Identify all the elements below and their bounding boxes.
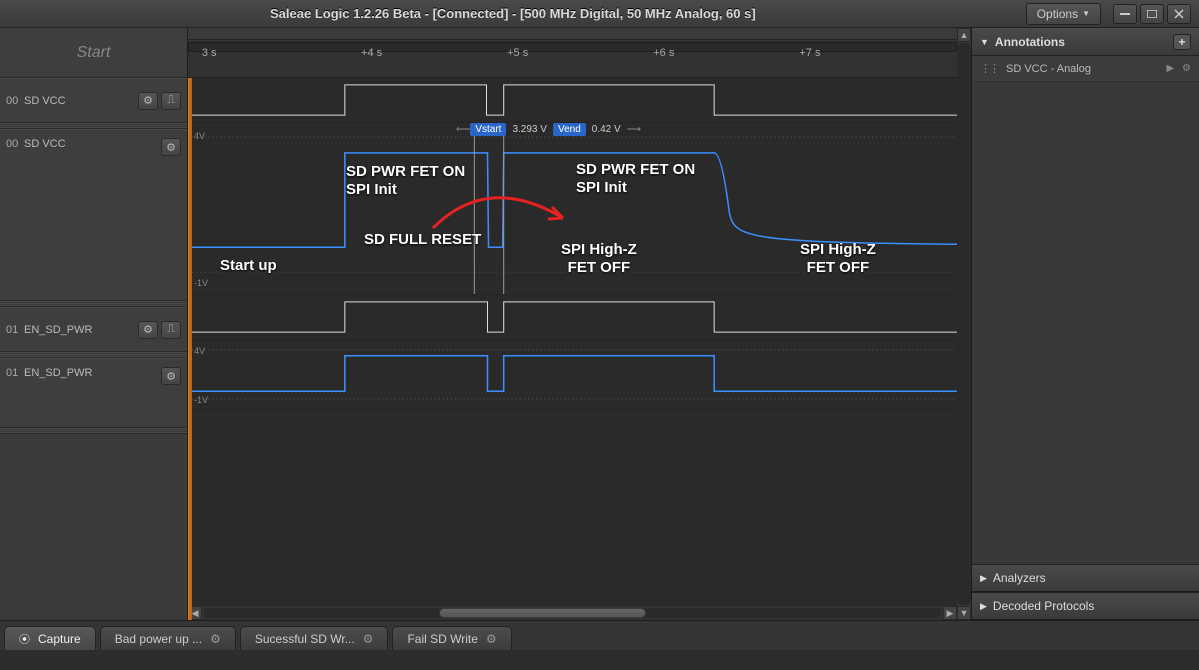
timeline-tick: +6 s [653,47,674,59]
vend-value: 0.42 V [592,124,621,135]
capture-icon: ⦿ [19,631,30,647]
window-close-button[interactable] [1167,4,1191,24]
chevron-down-icon: ▼ [980,37,989,47]
options-label: Options [1037,7,1078,21]
annotation-item[interactable]: ⋮⋮ SD VCC - Analog ▶ ⚙ [972,56,1199,82]
channel-name[interactable]: EN_SD_PWR [24,367,158,379]
options-button[interactable]: Options ▼ [1026,3,1101,25]
drag-handle-icon[interactable]: ⋮⋮ [980,62,998,75]
gear-icon[interactable]: ⚙ [363,632,374,646]
horizontal-scrollbar[interactable]: ◀ ▶ [188,606,957,620]
channel-number: 00 [6,95,24,107]
channel-row: 00 SD VCC ⚙ ⎍ [0,78,187,123]
gear-icon[interactable]: ⚙ [1182,63,1191,74]
gear-icon[interactable]: ⚙ [161,367,181,385]
window-title: Saleae Logic 1.2.26 Beta - [Connected] -… [0,6,1026,21]
scroll-up-icon[interactable]: ▲ [957,28,971,42]
window-maximize-button[interactable] [1140,4,1164,24]
scrollbar-track[interactable] [957,43,971,605]
annotation-startup: Start up [220,257,277,275]
annotations-header[interactable]: ▼ Annotations + [972,28,1199,56]
channel-number: 01 [6,324,24,336]
timeline-tick: +4 s [361,47,382,59]
channel-number: 00 [6,138,24,150]
vstart-tag: Vstart [470,123,506,136]
channel-row: 01 EN_SD_PWR ⚙ ⎍ [0,307,187,352]
vstart-value: 3.293 V [512,124,546,135]
gear-icon[interactable]: ⚙ [210,632,221,646]
analyzers-section[interactable]: ▶ Analyzers [972,564,1199,592]
right-sidebar: ▼ Annotations + ⋮⋮ SD VCC - Analog ▶ ⚙ ▶… [971,28,1199,620]
annotation-highz-1: SPI High-Z FET OFF [561,241,637,277]
bottom-tab-bar: ⦿ Capture Bad power up ... ⚙ Sucessful S… [0,620,1199,650]
timeline[interactable]: 3 s +4 s +5 s +6 s +7 s [188,28,957,78]
add-annotation-button[interactable]: + [1173,34,1191,50]
vertical-scrollbar[interactable]: ▲ ▼ [957,28,971,620]
annotation-fet-on-1: SD PWR FET ON SPI Init [346,163,465,199]
tab-successful-write[interactable]: Sucessful SD Wr... ⚙ [240,626,389,650]
scroll-right-icon[interactable]: ▶ [943,606,957,620]
timeline-tick: +7 s [799,47,820,59]
trigger-marker[interactable] [188,78,192,620]
tab-fail-write[interactable]: Fail SD Write ⚙ [392,626,511,650]
channel-name[interactable]: SD VCC [24,95,135,107]
gear-icon[interactable]: ⚙ [138,321,158,339]
trigger-icon[interactable]: ⎍ [161,92,181,110]
channel-row: 01 EN_SD_PWR ⚙ [0,358,187,428]
arrow-right-icon: ⟶ [627,124,641,135]
tab-capture[interactable]: ⦿ Capture [4,626,96,650]
scroll-down-icon[interactable]: ▼ [957,606,971,620]
scrollbar-track[interactable] [203,608,942,618]
waveform-row-digital[interactable] [188,295,957,340]
sidebar-spacer [972,82,1199,564]
channel-row: 00 SD VCC ⚙ [0,129,187,301]
chevron-down-icon: ▼ [1082,9,1090,18]
trigger-icon[interactable]: ⎍ [161,321,181,339]
waveform-row-digital[interactable] [188,78,957,123]
chevron-right-icon: ▶ [980,573,987,584]
sidebar-spacer [0,434,187,620]
play-icon[interactable]: ▶ [1166,63,1174,74]
channel-sidebar: Start 00 SD VCC ⚙ ⎍ 00 SD VCC ⚙ 01 EN_SD… [0,28,188,620]
waveform-area: 3 s +4 s +5 s +6 s +7 s 4V -1V [188,28,971,620]
channel-name[interactable]: SD VCC [24,138,158,150]
gear-icon[interactable]: ⚙ [486,632,497,646]
scrollbar-thumb[interactable] [439,608,646,618]
titlebar: Saleae Logic 1.2.26 Beta - [Connected] -… [0,0,1199,28]
timeline-tick: +5 s [507,47,528,59]
gear-icon[interactable]: ⚙ [138,92,158,110]
annotation-fet-on-2: SD PWR FET ON SPI Init [576,161,695,197]
vend-tag: Vend [553,123,586,136]
annotation-highz-2: SPI High-Z FET OFF [800,241,876,277]
gear-icon[interactable]: ⚙ [161,138,181,156]
annotation-item-label: SD VCC - Analog [1006,63,1091,75]
waveform-row-analog[interactable]: 4V -1V [188,340,957,410]
annotation-full-reset: SD FULL RESET [364,231,481,249]
start-button[interactable]: Start [0,28,187,78]
window-minimize-button[interactable] [1113,4,1137,24]
measurement-bar: ⟵ Vstart 3.293 V Vend 0.42 V ⟶ [456,123,641,136]
waveform-row-analog[interactable]: 4V -1V ⟵ Vstart 3.293 V [188,123,957,295]
channel-number: 01 [6,367,24,379]
decoded-protocols-section[interactable]: ▶ Decoded Protocols [972,592,1199,620]
channel-name[interactable]: EN_SD_PWR [24,324,135,336]
arrow-left-icon: ⟵ [456,124,470,135]
tab-bad-powerup[interactable]: Bad power up ... ⚙ [100,626,236,650]
timeline-tick: 3 s [202,47,217,59]
chevron-right-icon: ▶ [980,601,987,612]
waveform-stack[interactable]: 4V -1V ⟵ Vstart 3.293 V [188,78,957,606]
